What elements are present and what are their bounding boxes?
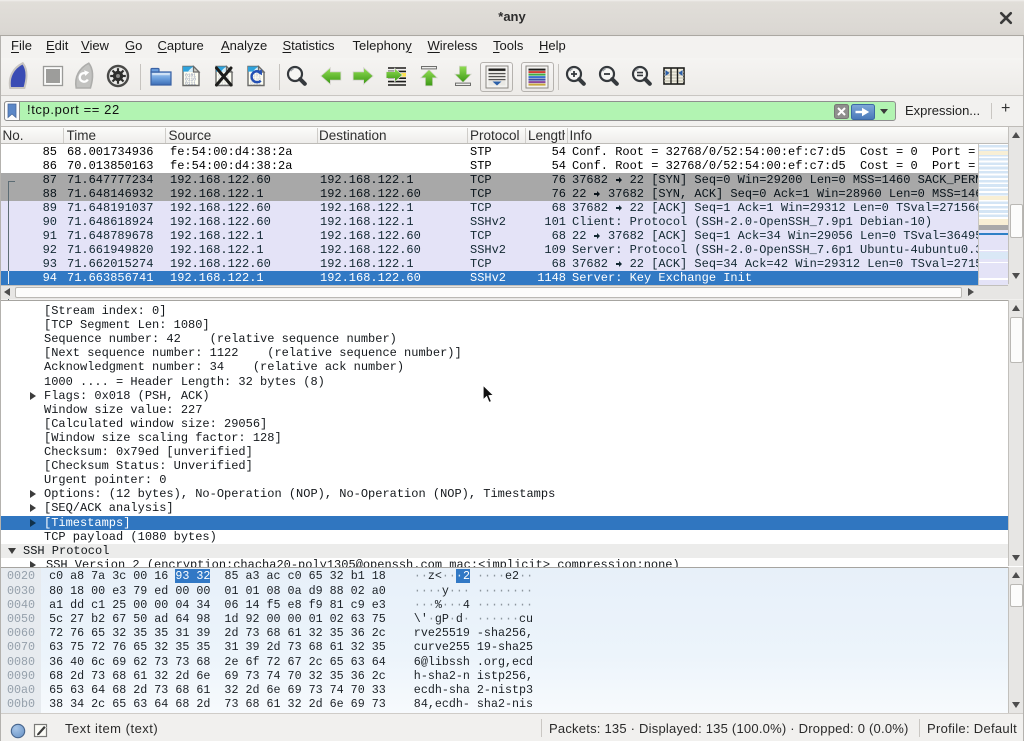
svg-text:0111: 0111: [185, 80, 196, 86]
